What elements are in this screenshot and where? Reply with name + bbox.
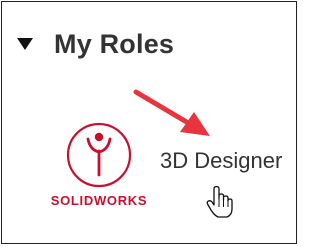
triangle-down-icon[interactable] [16, 35, 34, 53]
solidworks-logo-icon [66, 122, 132, 188]
section-title: My Roles [54, 29, 175, 59]
red-arrow-icon [133, 89, 210, 136]
solidworks-logo-text: SOLIDWORKS [50, 193, 148, 208]
my-roles-header[interactable]: My Roles [16, 24, 174, 64]
hand-pointer-icon [206, 185, 233, 218]
role-label[interactable]: 3D Designer [160, 148, 282, 174]
my-roles-panel: My Roles SOLIDWORKS 3D Designer [1, 1, 297, 244]
